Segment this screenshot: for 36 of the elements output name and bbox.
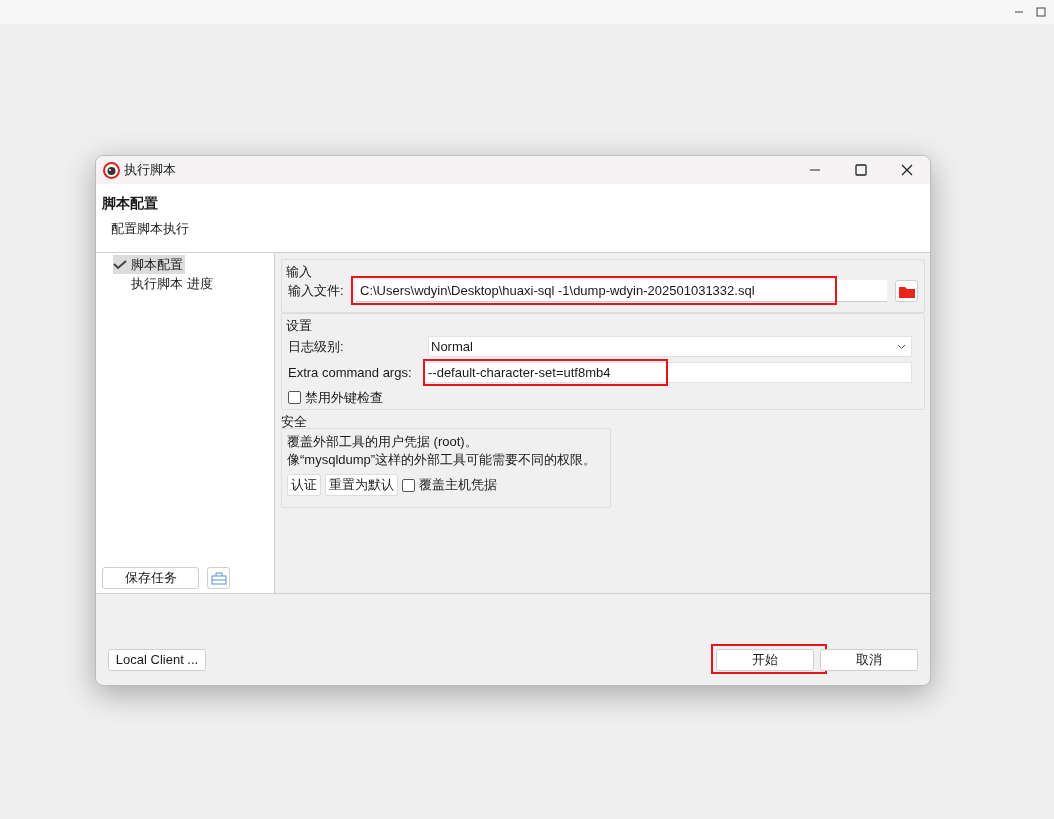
description-text: 像“mysqldump”这样的外部工具可能需要不同的权限。 xyxy=(287,451,598,469)
log-level-dropdown[interactable]: Normal xyxy=(428,336,912,357)
maximize-icon xyxy=(855,164,867,176)
browse-button[interactable] xyxy=(895,280,918,302)
checkbox-label: 禁用外键检查 xyxy=(305,389,383,407)
window-title: 执行脚本 xyxy=(124,161,176,180)
action-button[interactable]: 重置为默认 xyxy=(325,474,398,496)
dialog-button[interactable]: 开始 xyxy=(716,649,814,671)
nav-item[interactable]: 脚本配置 xyxy=(113,255,185,274)
chevron-down-icon xyxy=(897,343,906,350)
file-path-field[interactable]: C:\Users\wdyin\Desktop\huaxi-sql -1\dump-wdyin-202501031332.sql xyxy=(356,280,887,302)
check-icon xyxy=(113,259,127,270)
group-title: 输入 xyxy=(286,263,313,280)
description-text: 覆盖外部工具的用户凭据 (root)。 xyxy=(287,433,479,451)
extra-args-field[interactable]: --default-character-set=utf8mb4 xyxy=(424,362,912,383)
toolbox-button[interactable] xyxy=(207,567,230,589)
app-icon xyxy=(103,161,120,179)
toolbox-icon xyxy=(210,571,227,585)
nav-item[interactable]: 执行脚本 进度 xyxy=(113,274,215,293)
field-label: Extra command args: xyxy=(288,363,413,382)
save-task-button[interactable]: 保存任务 xyxy=(102,567,199,589)
header-subtitle: 配置脚本执行 xyxy=(110,220,190,238)
field-label: 输入文件: xyxy=(288,282,345,301)
field-label: 日志级别: xyxy=(288,337,345,356)
action-button[interactable]: 认证 xyxy=(287,474,321,496)
folder-icon xyxy=(898,284,915,298)
dialog-button[interactable]: 取消 xyxy=(820,649,918,671)
close-icon xyxy=(901,164,913,176)
checkbox[interactable] xyxy=(288,391,301,405)
checkbox-label: 覆盖主机凭据 xyxy=(419,476,497,495)
group-title: 设置 xyxy=(286,317,313,334)
local-client-button[interactable]: Local Client ... xyxy=(108,649,206,671)
maximize-icon[interactable] xyxy=(1036,7,1046,17)
group-title: 安全 xyxy=(281,413,308,428)
checkbox[interactable] xyxy=(402,478,415,492)
header-title: 脚本配置 xyxy=(102,194,159,213)
